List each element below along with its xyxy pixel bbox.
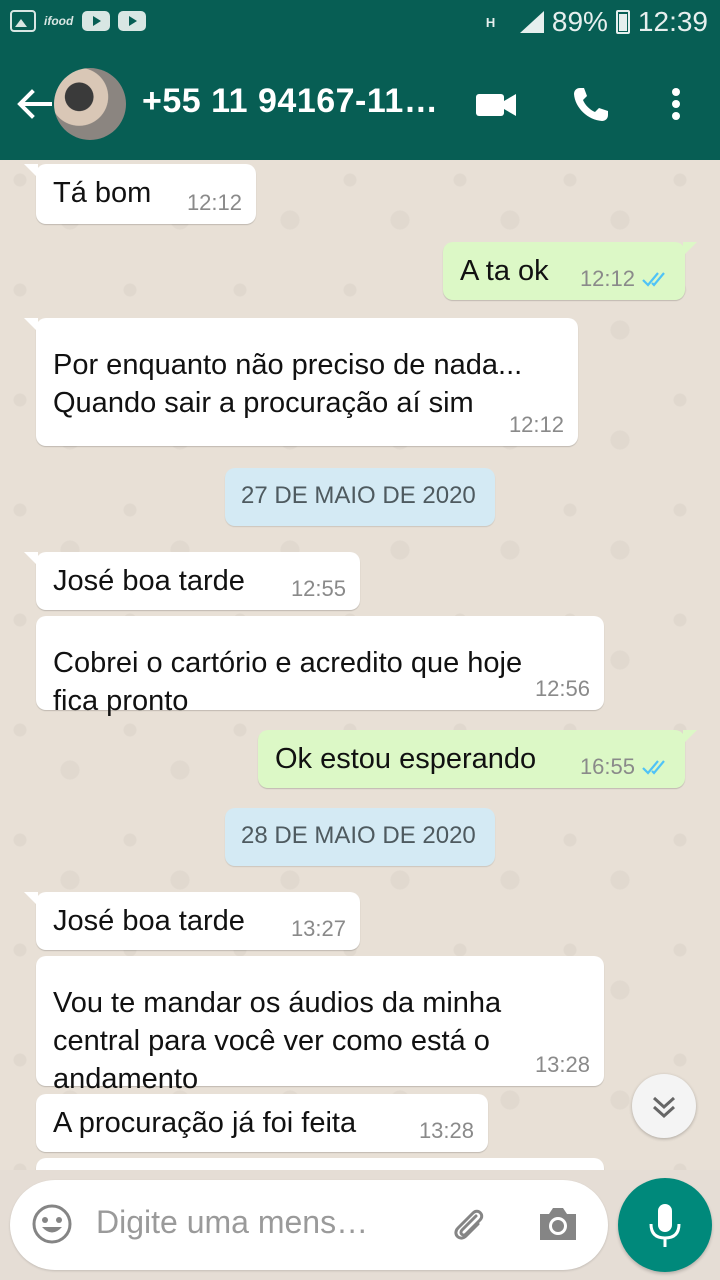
message-out[interactable]: Ok estou esperando 16:55 [258,730,697,788]
ifood-notification-icon: ifood [44,14,74,28]
battery-icon [615,10,630,34]
contact-name[interactable]: +55 11 94167-11… [142,82,438,121]
more-options-icon[interactable] [654,82,698,126]
message-in[interactable]: Cobrei o cartório e acredito que hoje fi… [36,616,604,717]
message-in[interactable]: A procuração já foi feita 13:28 [36,1094,488,1152]
message-text: Tá bom [53,177,152,209]
voice-record-button[interactable] [618,1178,712,1272]
scroll-to-bottom-button[interactable] [632,1074,696,1138]
phone-icon[interactable] [568,82,616,126]
date-divider: 28 DE MAIO DE 2020 [225,808,495,866]
back-arrow-icon[interactable] [14,84,54,124]
read-ticks-icon [642,760,665,775]
clock: 12:39 [637,6,708,37]
message-in[interactable]: José boa tarde 12:55 [24,552,360,610]
message-text: A procuração já foi feita [53,1107,357,1139]
video-call-icon[interactable] [472,82,520,126]
message-time: 12:55 [290,576,346,601]
message-in[interactable]: José boa tarde 13:27 [24,892,360,950]
double-chevron-down-icon [652,1096,676,1119]
gallery-notification-icon [10,10,36,32]
youtube-notification-icon-2 [118,11,146,31]
message-input[interactable]: Digite uma mens… [96,1204,368,1241]
emoji-icon[interactable] [30,1202,74,1246]
message-text: José boa tarde [53,905,245,937]
status-bar: ifood H 89% 12:39 [0,0,720,48]
message-time: 13:27 [290,916,346,941]
message-out[interactable]: A ta ok 12:12 [443,242,697,300]
youtube-notification-icon [82,11,110,31]
message-text: Cobrei o cartório e acredito que hoje fi… [53,647,523,717]
message-text: A ta ok [460,255,549,287]
message-in[interactable]: Tá bom 12:12 [24,164,256,224]
signal-icon [519,11,544,33]
message-composer: Digite uma mens… [10,1180,608,1270]
message-time: 12:12 [508,412,564,437]
camera-icon[interactable] [536,1204,580,1244]
microphone-icon [649,1204,681,1247]
message-text: Vou te mandar os áudios da minha central… [53,987,502,1095]
network-type-icon: H [485,14,496,30]
message-list[interactable]: Tá bom 12:12 A ta ok 12:12 Por enquanto … [0,160,720,1170]
battery-percent: 89% [551,6,608,37]
message-text: Ok estou esperando [275,743,537,775]
message-time: 12:12 [579,266,635,291]
contact-avatar[interactable] [54,68,126,140]
attach-icon[interactable] [446,1202,490,1246]
chat-header: +55 11 94167-11… [0,48,720,160]
system-icons: H 89% 12:39 [486,6,708,38]
message-text: Por enquanto não preciso de nada... Quan… [53,349,523,419]
message-time: 12:12 [186,190,242,215]
read-ticks-icon [642,272,665,287]
message-time: 13:28 [418,1118,474,1143]
notification-icons: ifood [10,10,146,32]
date-divider: 27 DE MAIO DE 2020 [225,468,495,526]
message-in-partial[interactable] [36,1158,604,1170]
message-time: 13:28 [534,1052,590,1077]
message-in[interactable]: Vou te mandar os áudios da minha central… [36,956,604,1095]
message-in[interactable]: Por enquanto não preciso de nada... Quan… [24,318,578,446]
message-time: 16:55 [579,754,635,779]
message-time: 12:56 [534,676,590,701]
message-text: José boa tarde [53,565,245,597]
